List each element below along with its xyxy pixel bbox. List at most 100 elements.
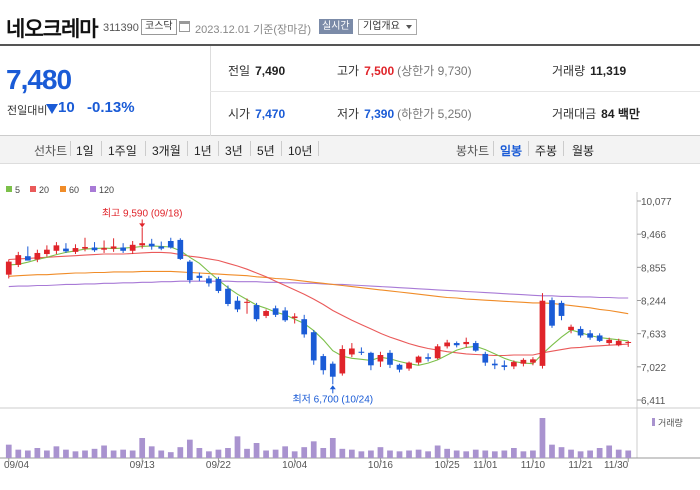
- volume-bar: [520, 451, 527, 458]
- volume-bar: [453, 450, 460, 458]
- candle-body: [15, 255, 22, 265]
- candle-body: [434, 346, 441, 359]
- volume-bar: [615, 449, 622, 458]
- candlestick-chart[interactable]: 10,077 9,466 8,855 8,244 7,633 7,022 6,411 거래량 0…: [0, 0, 700, 490]
- candle-body: [24, 256, 31, 261]
- volume-bar: [606, 445, 613, 458]
- ma120-line: [8, 280, 629, 299]
- volume-bar: [406, 450, 412, 458]
- volume-bar: [444, 448, 451, 458]
- candle-body: [5, 261, 12, 275]
- x-tick-label: 11/01: [473, 460, 498, 471]
- volume-bar: [91, 448, 98, 458]
- volume-bar: [244, 448, 250, 458]
- candle-body: [53, 245, 60, 251]
- candle-body: [339, 349, 346, 374]
- low-arrow-icon: [329, 385, 336, 390]
- candle-body: [482, 353, 489, 363]
- volume-bar: [368, 450, 374, 458]
- candle-body: [425, 357, 431, 359]
- candle-body: [177, 239, 184, 259]
- candle-body: [63, 248, 69, 252]
- candle-body: [320, 356, 327, 371]
- y-tick-label: 6,411: [641, 396, 666, 407]
- volume-bar: [310, 441, 317, 458]
- volume-bar: [101, 445, 107, 458]
- volume-bar: [272, 449, 279, 458]
- candle-body: [606, 339, 613, 344]
- candle-body: [444, 342, 451, 347]
- candle-body: [520, 359, 527, 364]
- x-tick-label: 11/21: [568, 460, 593, 471]
- volume-bar: [148, 446, 155, 458]
- ma5-line: [8, 245, 629, 366]
- volume-bar: [501, 450, 508, 458]
- volume-bar: [596, 448, 603, 458]
- volume-bar: [425, 451, 431, 458]
- candle-body: [44, 249, 50, 255]
- volume-bar: [482, 450, 489, 458]
- volume-bar: [253, 443, 260, 458]
- candle-body: [511, 362, 517, 367]
- candle-body: [167, 241, 174, 248]
- candle-body: [387, 352, 393, 365]
- candle-body: [453, 343, 460, 346]
- candle-body: [120, 247, 126, 251]
- volume-bar: [358, 451, 365, 458]
- x-tick-label: 10/16: [368, 460, 393, 471]
- volume-bar: [387, 450, 393, 458]
- y-tick-label: 8,244: [641, 297, 666, 308]
- volume-bar: [339, 448, 346, 458]
- candle-body: [539, 300, 546, 366]
- volume-bar: [511, 448, 517, 458]
- volume-bar: [110, 450, 117, 458]
- volume-bar: [177, 447, 184, 458]
- ma60-line: [8, 270, 629, 315]
- volume-bar: [263, 450, 269, 458]
- candle-body: [234, 300, 241, 310]
- candle-body: [463, 341, 470, 345]
- candle-body: [396, 364, 403, 370]
- x-tick-label: 11/30: [604, 460, 629, 471]
- volume-bar: [44, 450, 50, 458]
- y-tick-label: 10,077: [641, 197, 672, 208]
- high-annotation: 최고 9,590 (09/18): [102, 207, 183, 219]
- x-tick-label: 10/04: [282, 460, 307, 471]
- candle-body: [72, 248, 79, 252]
- volume-bar: [415, 449, 422, 458]
- volume-bar: [82, 450, 88, 458]
- candle-body: [625, 341, 632, 343]
- volume-bar: [24, 450, 31, 458]
- volume-bar: [129, 450, 136, 458]
- candle-body: [34, 252, 41, 260]
- candle-body: [348, 348, 355, 355]
- candle-body: [472, 343, 479, 351]
- candle-body: [615, 340, 622, 346]
- volume-bar: [139, 438, 146, 458]
- volume-bar: [225, 448, 231, 458]
- candle-body: [110, 246, 117, 249]
- ma20-line: [8, 251, 629, 357]
- candle-body: [577, 328, 584, 336]
- volume-bar: [167, 452, 174, 458]
- volume-bar: [5, 444, 12, 458]
- candle-body: [530, 359, 536, 363]
- volume-bar: [34, 448, 41, 458]
- candle-body: [587, 333, 593, 338]
- y-tick-label: 7,633: [641, 330, 666, 341]
- volume-bar: [396, 451, 403, 458]
- volume-bar: [539, 418, 546, 458]
- candle-body: [82, 246, 88, 249]
- candle-body: [196, 275, 203, 278]
- candle-body: [206, 278, 212, 284]
- volume-bar: [587, 450, 593, 458]
- volume-bar: [72, 451, 79, 458]
- x-tick-label: 10/25: [435, 460, 460, 471]
- candle-body: [215, 279, 222, 291]
- x-tick-label: 09/13: [130, 460, 155, 471]
- high-arrow-icon: [139, 223, 146, 228]
- x-tick-label: 09/22: [206, 460, 231, 471]
- volume-bar: [568, 449, 574, 458]
- candle-body: [377, 354, 384, 362]
- candle-body: [139, 243, 146, 246]
